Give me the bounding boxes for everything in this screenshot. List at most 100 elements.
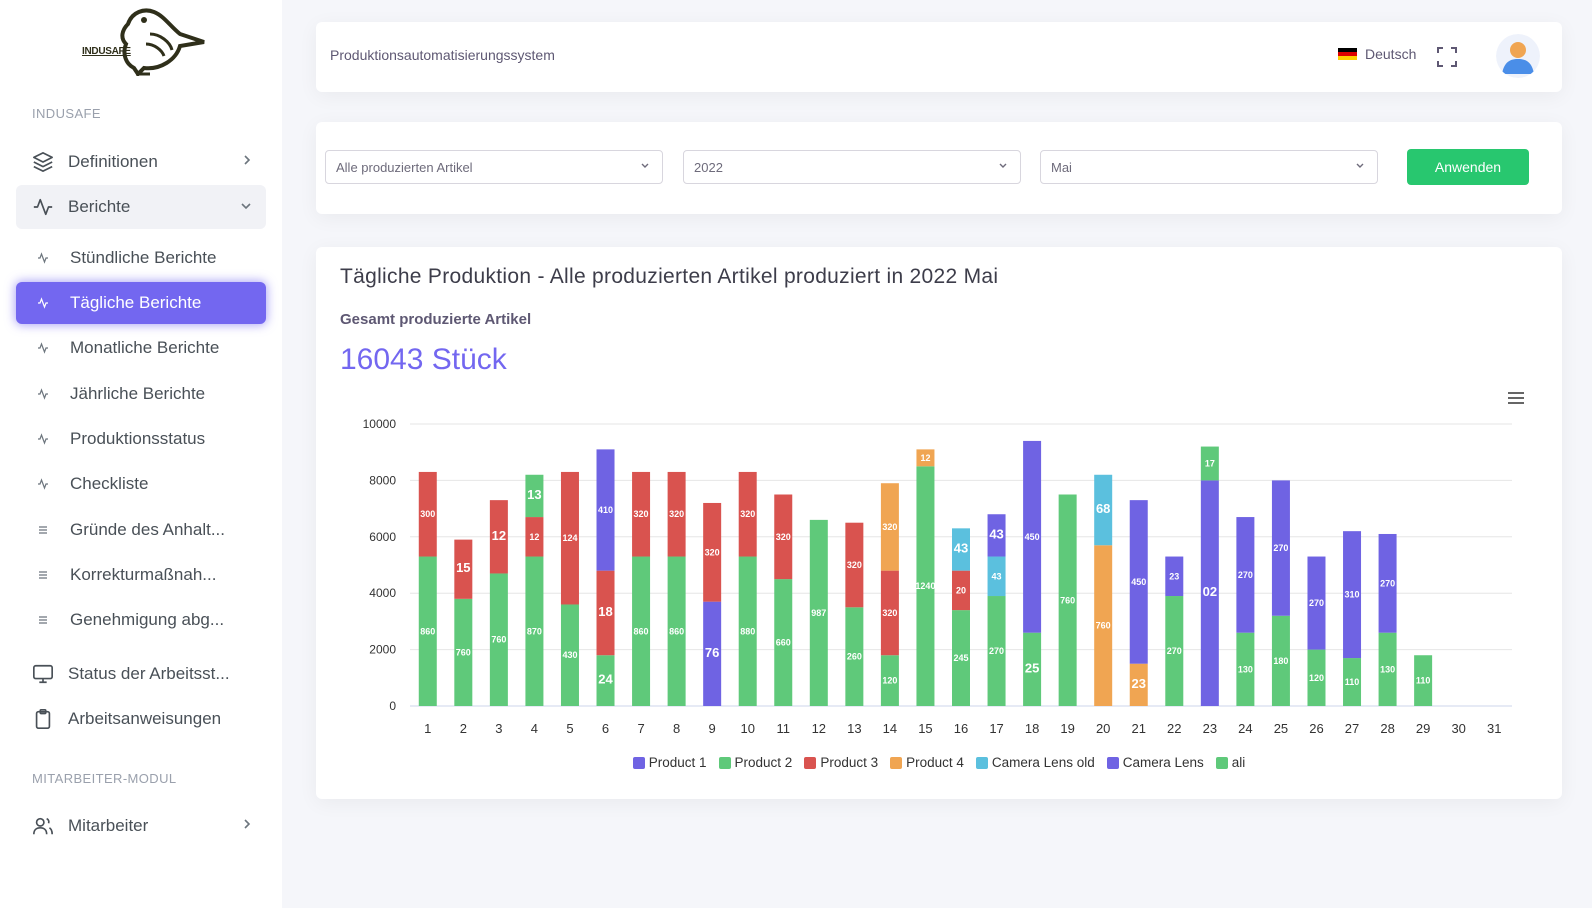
sidebar-sub-item-label: Monatliche Berichte bbox=[70, 338, 220, 357]
sidebar-sub-item[interactable]: Monatliche Berichte bbox=[16, 327, 266, 369]
legend-item[interactable]: Product 4 bbox=[890, 755, 964, 770]
user-avatar[interactable] bbox=[1496, 34, 1540, 78]
month-select[interactable]: Mai bbox=[1040, 150, 1378, 184]
nav-berichte-label: Berichte bbox=[68, 197, 131, 216]
x-tick-label: 6 bbox=[602, 721, 609, 736]
hamburger-menu-icon[interactable] bbox=[1506, 390, 1526, 406]
chevron-down-icon bbox=[641, 163, 649, 168]
activity-icon bbox=[36, 433, 50, 445]
bird-logo-icon bbox=[120, 8, 205, 76]
sidebar-sub-item[interactable]: Gründe des Anhalt... bbox=[16, 509, 266, 551]
sidebar-sub-item-label: Tägliche Berichte bbox=[70, 293, 202, 312]
bar-data-label: 320 bbox=[669, 509, 684, 519]
legend-item[interactable]: Product 2 bbox=[718, 755, 792, 770]
section-title-indusafe: INDUSAFE bbox=[32, 106, 101, 121]
nav-definitionen[interactable]: Definitionen bbox=[16, 140, 266, 184]
legend-swatch bbox=[1215, 756, 1228, 769]
legend-item[interactable]: Camera Lens bbox=[1106, 755, 1204, 770]
bar-data-label: 987 bbox=[811, 608, 826, 618]
sidebar-sub-item-label: Genehmigung abg... bbox=[70, 610, 225, 629]
nav-berichte[interactable]: Berichte bbox=[16, 185, 266, 229]
x-tick-label: 1 bbox=[424, 721, 431, 736]
year-select[interactable]: 2022 bbox=[683, 150, 1021, 184]
activity-icon bbox=[32, 196, 54, 218]
section-title-mitarbeiter: MITARBEITER-MODUL bbox=[32, 771, 177, 786]
sidebar-sub-item[interactable]: Jährliche Berichte bbox=[16, 373, 266, 415]
bar-data-label: 15 bbox=[456, 560, 470, 575]
nav-status-arbeitsstation[interactable]: Status der Arbeitsst... bbox=[16, 652, 266, 696]
legend-swatch bbox=[1106, 756, 1119, 769]
nav-definitionen-label: Definitionen bbox=[68, 152, 158, 171]
bar-data-label: 12 bbox=[492, 528, 506, 543]
legend-item[interactable]: ali bbox=[1215, 755, 1246, 770]
sidebar-sub-item-label: Gründe des Anhalt... bbox=[70, 520, 225, 539]
activity-icon bbox=[36, 342, 50, 354]
legend-swatch bbox=[804, 756, 817, 769]
daily-production-card: 0 2000 4000 6000 8000 10000 1 860 300 2 760 15 3 760 1… bbox=[316, 247, 1562, 799]
bar-data-label: 660 bbox=[776, 638, 791, 648]
legend-swatch bbox=[632, 756, 645, 769]
bar-data-label: 300 bbox=[420, 509, 435, 519]
sidebar-sub-item[interactable]: Genehmigung abg... bbox=[16, 599, 266, 641]
bar-data-label: 1240 bbox=[915, 581, 935, 591]
legend-label: Camera Lens bbox=[1122, 755, 1204, 770]
x-tick-label: 27 bbox=[1345, 721, 1359, 736]
sidebar-sub-item[interactable]: Stündliche Berichte bbox=[16, 237, 266, 279]
legend-label: Camera Lens old bbox=[991, 755, 1095, 770]
x-tick-label: 25 bbox=[1274, 721, 1288, 736]
bar-data-label: 124 bbox=[562, 533, 577, 543]
y-tick-label: 10000 bbox=[363, 417, 397, 431]
activity-icon bbox=[36, 252, 50, 264]
chevron-down-icon bbox=[999, 163, 1007, 168]
nav-mitarbeiter[interactable]: Mitarbeiter bbox=[16, 804, 266, 848]
users-icon bbox=[32, 815, 54, 837]
legend-label: ali bbox=[1231, 755, 1246, 770]
bar-data-label: 120 bbox=[1309, 673, 1324, 683]
x-tick-label: 14 bbox=[883, 721, 897, 736]
article-select[interactable]: Alle produzierten Artikel bbox=[325, 150, 663, 184]
total-label: Gesamt produzierte Artikel bbox=[340, 311, 532, 328]
legend-item[interactable]: Product 3 bbox=[804, 755, 878, 770]
list-icon bbox=[36, 525, 50, 535]
sidebar-sub-item[interactable]: Tägliche Berichte bbox=[16, 282, 266, 324]
bar-data-label: 760 bbox=[491, 635, 506, 645]
sidebar-sub-item[interactable]: Produktionsstatus bbox=[16, 418, 266, 460]
activity-icon bbox=[36, 388, 50, 400]
language-selector[interactable]: Deutsch bbox=[1338, 46, 1416, 62]
german-flag-icon bbox=[1338, 47, 1357, 61]
bar-data-label: 130 bbox=[1380, 664, 1395, 674]
bar-data-label: 25 bbox=[1025, 660, 1039, 675]
legend-label: Product 1 bbox=[648, 755, 707, 770]
sidebar-sub-item[interactable]: Checkliste bbox=[16, 463, 266, 505]
legend-swatch bbox=[718, 756, 731, 769]
legend-label: Product 4 bbox=[906, 755, 964, 770]
legend-item[interactable]: Camera Lens old bbox=[975, 755, 1095, 770]
fullscreen-icon[interactable] bbox=[1436, 46, 1458, 68]
apply-button[interactable]: Anwenden bbox=[1407, 149, 1529, 185]
bar-data-label: 23 bbox=[1132, 676, 1146, 691]
bar-data-label: 23 bbox=[1169, 571, 1179, 581]
legend-swatch bbox=[890, 756, 903, 769]
monitor-icon bbox=[32, 663, 54, 685]
bar-data-label: 860 bbox=[634, 626, 649, 636]
sidebar-sub-item-label: Produktionsstatus bbox=[70, 429, 206, 448]
x-tick-label: 7 bbox=[637, 721, 644, 736]
legend-item[interactable]: Product 1 bbox=[632, 755, 707, 770]
legend-swatch bbox=[975, 756, 988, 769]
list-icon bbox=[36, 615, 50, 625]
nav-arbeitsanweisungen[interactable]: Arbeitsanweisungen bbox=[16, 697, 266, 741]
total-value: 16043 Stück bbox=[340, 343, 507, 376]
x-tick-label: 5 bbox=[566, 721, 573, 736]
bar-data-label: 43 bbox=[954, 540, 968, 555]
x-tick-label: 18 bbox=[1025, 721, 1039, 736]
sidebar-sub-item-label: Checkliste bbox=[70, 474, 149, 493]
x-tick-label: 13 bbox=[847, 721, 861, 736]
bar-data-label: 120 bbox=[882, 676, 897, 686]
sidebar-sub-item[interactable]: Korrekturmaßnah... bbox=[16, 554, 266, 596]
bar-data-label: 430 bbox=[562, 650, 577, 660]
bar-data-label: 76 bbox=[705, 645, 719, 660]
chevron-right-icon bbox=[242, 818, 252, 833]
y-tick-label: 6000 bbox=[369, 530, 396, 544]
x-tick-label: 17 bbox=[989, 721, 1003, 736]
x-tick-label: 19 bbox=[1060, 721, 1074, 736]
